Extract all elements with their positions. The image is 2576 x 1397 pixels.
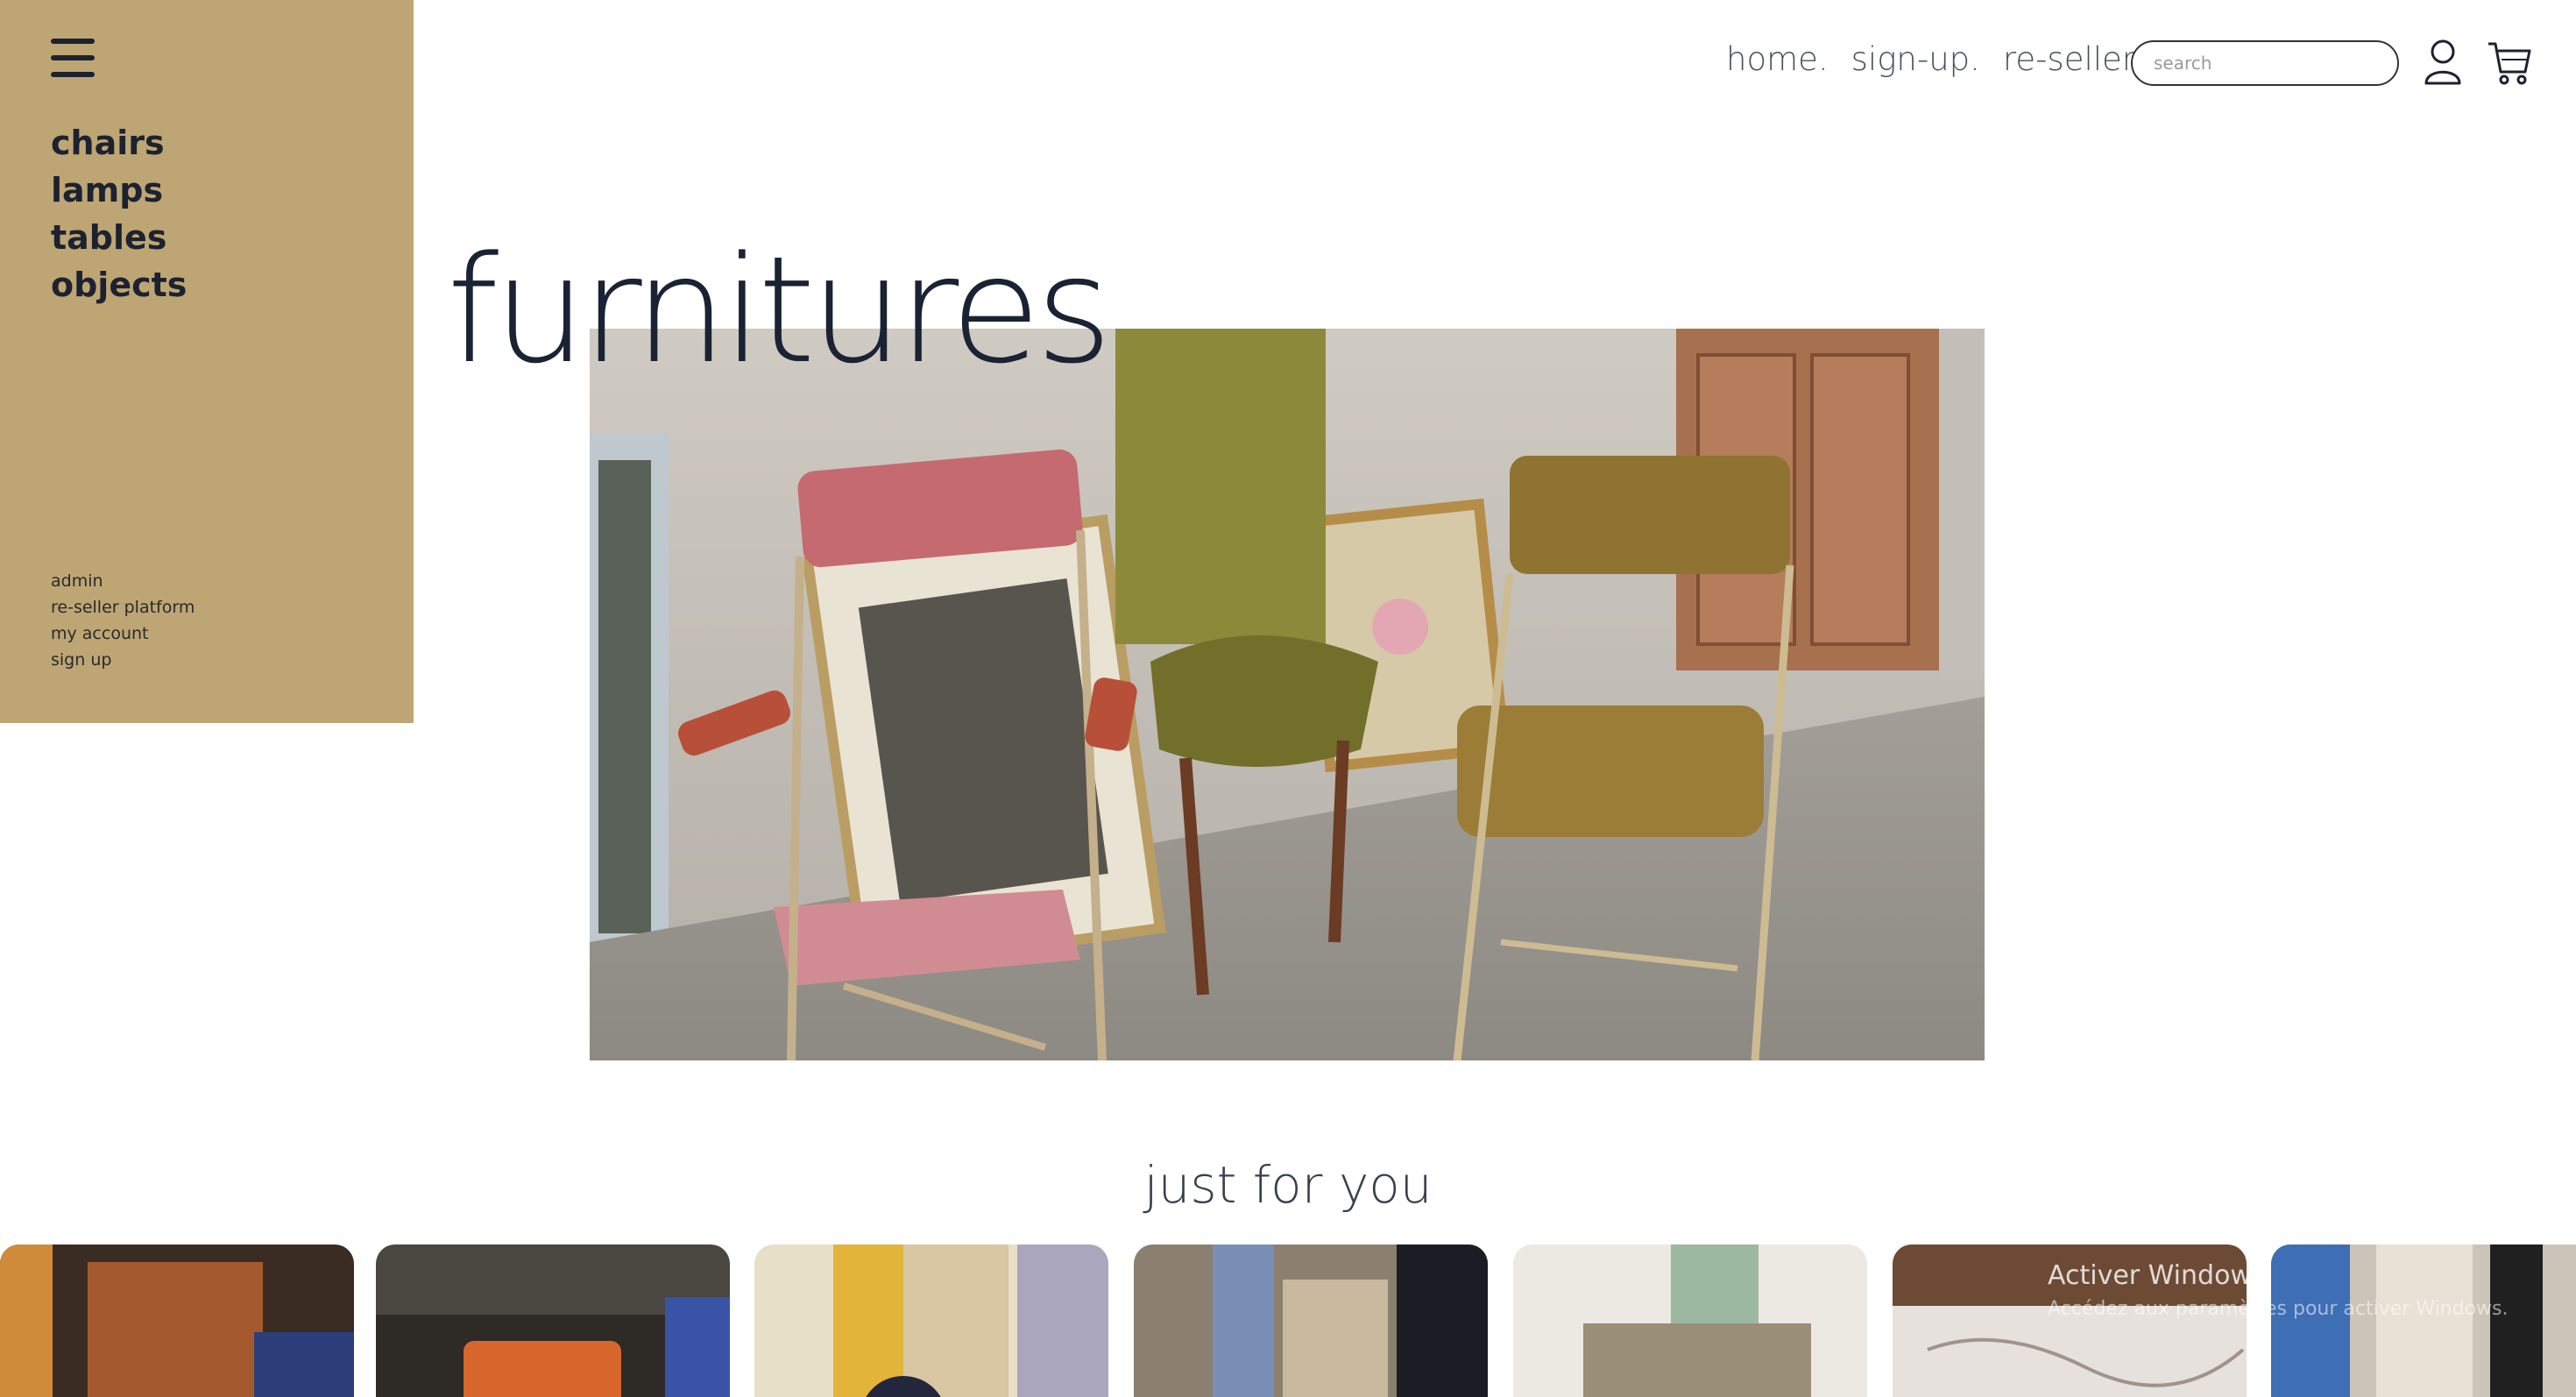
section-title: just for you xyxy=(1143,1155,1433,1215)
watermark-title: Activer Windows xyxy=(2048,1260,2266,1291)
product-card[interactable] xyxy=(754,1245,1108,1397)
nav-re-seller[interactable]: re-seller. xyxy=(2003,40,2142,78)
page-title: furnitures xyxy=(447,224,1113,396)
product-card[interactable] xyxy=(0,1245,354,1397)
sidebar-item-chairs[interactable]: chairs xyxy=(51,119,187,167)
nav-sign-up[interactable]: sign-up. xyxy=(1851,40,1980,78)
link-admin[interactable]: admin xyxy=(51,568,195,594)
product-card[interactable] xyxy=(1513,1245,1867,1397)
page: chairs lamps tables objects admin re-sel… xyxy=(0,0,2576,1397)
sidebar-item-lamps[interactable]: lamps xyxy=(51,167,187,214)
cart-icon[interactable] xyxy=(2487,39,2532,86)
menu-bar xyxy=(51,72,95,77)
menu-bar xyxy=(51,55,95,60)
hero-image xyxy=(590,329,1985,1060)
link-sign-up[interactable]: sign up xyxy=(51,647,195,673)
category-list: chairs lamps tables objects xyxy=(51,119,187,308)
windows-activation-watermark: Activer Windows Accédez aux paramètres p… xyxy=(2048,1260,2509,1320)
link-reseller-platform[interactable]: re-seller platform xyxy=(51,594,195,620)
link-my-account[interactable]: my account xyxy=(51,620,195,647)
sidebar: chairs lamps tables objects admin re-sel… xyxy=(0,0,414,723)
watermark-subtitle: Accédez aux paramètres pour activer Wind… xyxy=(2048,1298,2509,1320)
top-nav: home. sign-up. re-seller. xyxy=(1726,40,2142,78)
product-card[interactable] xyxy=(376,1245,730,1397)
search-input[interactable] xyxy=(2131,40,2399,86)
sidebar-item-tables[interactable]: tables xyxy=(51,214,187,261)
nav-home[interactable]: home. xyxy=(1726,40,1829,78)
account-links: admin re-seller platform my account sign… xyxy=(51,568,195,673)
user-icon[interactable] xyxy=(2424,39,2462,86)
menu-bar xyxy=(51,39,95,44)
menu-icon[interactable] xyxy=(51,39,95,77)
product-card[interactable] xyxy=(1134,1245,1488,1397)
sidebar-item-objects[interactable]: objects xyxy=(51,261,187,308)
